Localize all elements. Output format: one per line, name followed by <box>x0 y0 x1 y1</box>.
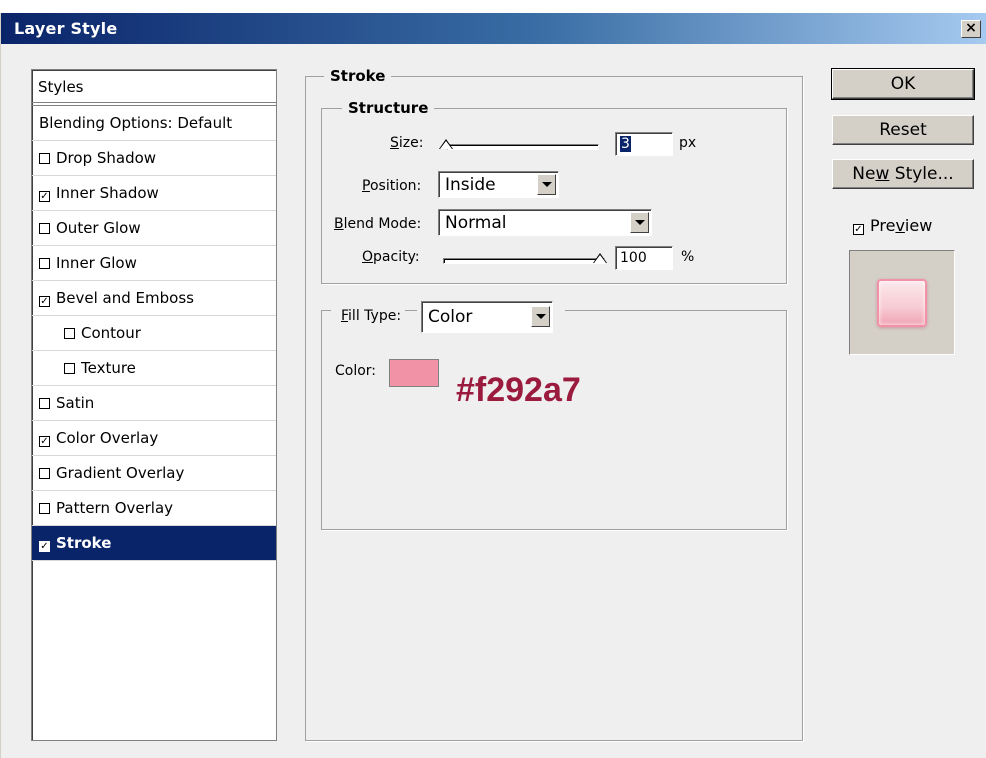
checkbox-icon[interactable]: ✓ <box>853 224 864 235</box>
checkbox-icon[interactable] <box>39 153 50 164</box>
close-button[interactable]: × <box>961 20 981 38</box>
style-items: Drop Shadow ✓ Inner Shadow Outer Glow Inner … <box>32 141 276 561</box>
blending-options-item[interactable]: Blending Options: Default <box>32 106 276 141</box>
chevron-down-icon[interactable] <box>537 174 556 195</box>
checkbox-icon[interactable]: ✓ <box>39 191 50 202</box>
checkbox-icon[interactable]: ✓ <box>39 436 50 447</box>
checkbox-icon[interactable] <box>39 258 50 269</box>
size-unit: px <box>679 135 697 151</box>
position-value: Inside <box>445 175 496 195</box>
style-item-stroke[interactable]: ✓ Stroke <box>32 526 276 561</box>
chevron-down-icon[interactable] <box>630 212 649 233</box>
style-item-label: Bevel and Emboss <box>56 289 194 307</box>
chevron-down-icon[interactable] <box>531 306 550 327</box>
style-item-label: Color Overlay <box>56 429 159 447</box>
style-item-label: Drop Shadow <box>56 149 157 167</box>
blend-mode-select[interactable]: Normal <box>438 209 652 236</box>
style-item-bevel-and-emboss[interactable]: ✓ Bevel and Emboss <box>32 281 276 316</box>
fill-type-group <box>321 310 787 530</box>
style-item-satin[interactable]: Satin <box>32 386 276 421</box>
dialog-title: Layer Style <box>14 19 118 38</box>
style-item-label: Inner Glow <box>56 254 137 272</box>
reset-button[interactable]: Reset <box>832 115 974 145</box>
blend-mode-value: Normal <box>445 213 507 233</box>
style-item-outer-glow[interactable]: Outer Glow <box>32 211 276 246</box>
style-item-gradient-overlay[interactable]: Gradient Overlay <box>32 456 276 491</box>
style-item-color-overlay[interactable]: ✓ Color Overlay <box>32 421 276 456</box>
blend-mode-label: Blend Mode: <box>334 216 422 232</box>
structure-group-title: Structure <box>342 99 435 117</box>
size-slider-thumb[interactable] <box>439 139 453 149</box>
style-item-label: Satin <box>56 394 95 412</box>
style-item-texture[interactable]: Texture <box>32 351 276 386</box>
style-item-label: Gradient Overlay <box>56 464 185 482</box>
size-slider-track[interactable] <box>447 144 599 150</box>
color-label: Color: <box>335 363 377 379</box>
title-bar[interactable]: Layer Style × <box>1 13 986 44</box>
style-item-contour[interactable]: Contour <box>32 316 276 351</box>
opacity-slider-track[interactable] <box>443 258 605 264</box>
checkbox-icon[interactable] <box>39 398 50 409</box>
styles-list: Styles Blending Options: Default Drop Sh… <box>31 69 277 741</box>
ok-button[interactable]: OK <box>831 68 975 100</box>
style-item-label: Inner Shadow <box>56 184 159 202</box>
layer-style-dialog: Layer Style × Styles Blending Options: D… <box>0 13 986 758</box>
position-select[interactable]: Inside <box>438 171 559 198</box>
style-item-pattern-overlay[interactable]: Pattern Overlay <box>32 491 276 526</box>
close-icon: × <box>965 20 977 36</box>
style-item-label: Contour <box>81 324 141 342</box>
color-swatch[interactable] <box>389 359 439 387</box>
styles-header[interactable]: Styles <box>32 70 276 106</box>
color-annotation: #f292a7 <box>456 371 581 409</box>
style-item-inner-glow[interactable]: Inner Glow <box>32 246 276 281</box>
preview-swatch <box>877 279 927 327</box>
checkbox-icon[interactable] <box>39 503 50 514</box>
new-style-button[interactable]: New Style... <box>832 159 974 189</box>
preview-checkbox[interactable]: ✓ Preview <box>853 216 932 235</box>
size-input[interactable]: 3 <box>615 132 673 156</box>
opacity-unit: % <box>681 249 695 265</box>
checkbox-icon[interactable]: ✓ <box>39 541 50 552</box>
style-item-label: Stroke <box>56 534 112 552</box>
fill-type-select[interactable]: Color <box>421 301 553 333</box>
style-preview <box>849 250 955 355</box>
checkbox-icon[interactable] <box>64 328 75 339</box>
checkbox-icon[interactable] <box>39 223 50 234</box>
opacity-input[interactable]: 100 <box>615 246 673 270</box>
opacity-slider-thumb[interactable] <box>593 253 607 263</box>
size-label: Size: <box>390 135 424 151</box>
style-item-label: Outer Glow <box>56 219 141 237</box>
style-item-label: Texture <box>81 359 136 377</box>
style-item-label: Pattern Overlay <box>56 499 174 517</box>
checkbox-icon[interactable]: ✓ <box>39 296 50 307</box>
checkbox-icon[interactable] <box>39 468 50 479</box>
style-item-inner-shadow[interactable]: ✓ Inner Shadow <box>32 176 276 211</box>
checkbox-icon[interactable] <box>64 363 75 374</box>
stroke-group-title: Stroke <box>324 67 392 85</box>
opacity-label: Opacity: <box>362 249 420 265</box>
fill-type-label: Fill Type: <box>331 308 406 324</box>
fill-type-value: Color <box>428 307 473 327</box>
style-item-drop-shadow[interactable]: Drop Shadow <box>32 141 276 176</box>
position-label: Position: <box>362 178 422 194</box>
